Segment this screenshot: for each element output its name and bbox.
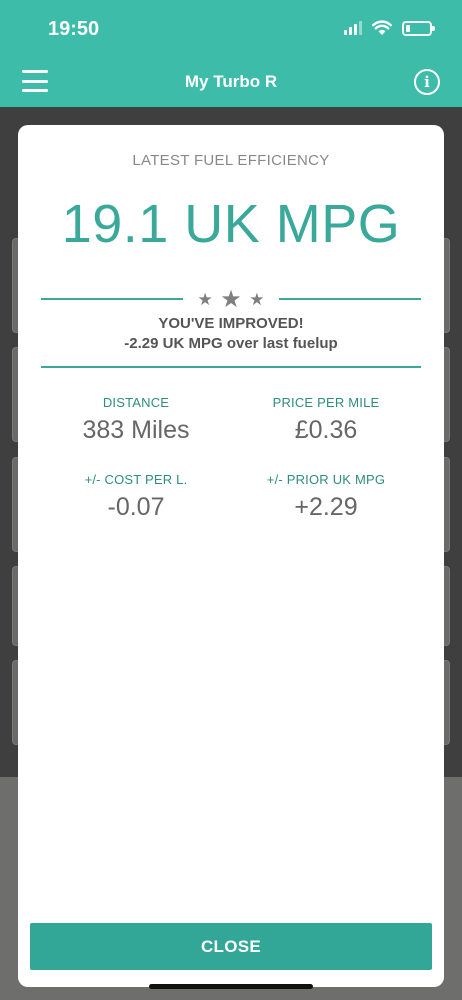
stat-cost-per-litre: +/- COST PER L. -0.07 bbox=[36, 472, 236, 522]
star-icon: ★ bbox=[249, 289, 265, 309]
stat-price-per-mile: PRICE PER MILE £0.36 bbox=[226, 395, 426, 445]
stat-value: £0.36 bbox=[294, 416, 358, 444]
fuel-efficiency-dialog: LATEST FUEL EFFICIENCY 19.1 UK MPG ★ ★ ★… bbox=[18, 125, 444, 987]
wifi-icon bbox=[372, 20, 392, 35]
star-icon: ★ bbox=[220, 286, 242, 313]
star-icon: ★ bbox=[197, 289, 213, 309]
stat-distance: DISTANCE 383 Miles bbox=[36, 395, 236, 445]
improvement-title: YOU'VE IMPROVED! bbox=[158, 315, 304, 332]
stat-label: PRICE PER MILE bbox=[272, 395, 380, 410]
divider-line bbox=[279, 298, 421, 300]
app-header: 19:50 My Turbo R i bbox=[0, 0, 462, 107]
battery-icon bbox=[402, 20, 435, 36]
stat-label: DISTANCE bbox=[102, 395, 170, 410]
home-indicator[interactable] bbox=[149, 984, 313, 989]
divider-line bbox=[41, 366, 421, 368]
stat-value: 383 Miles bbox=[82, 416, 190, 444]
fuel-efficiency-value: 19.1 UK MPG bbox=[61, 194, 401, 254]
improvement-detail: -2.29 UK MPG over last fuelup bbox=[124, 335, 338, 352]
stat-prior-mpg: +/- PRIOR UK MPG +2.29 bbox=[226, 472, 426, 522]
info-icon: i bbox=[424, 73, 430, 91]
page-title: My Turbo R bbox=[184, 72, 278, 91]
stat-value: +2.29 bbox=[294, 493, 358, 521]
close-button[interactable]: CLOSE bbox=[30, 923, 432, 970]
rating-stars: ★ ★ ★ bbox=[41, 285, 421, 314]
dialog-label: LATEST FUEL EFFICIENCY bbox=[132, 152, 330, 169]
stat-value: -0.07 bbox=[107, 493, 165, 521]
status-time: 19:50 bbox=[48, 18, 100, 40]
status-icons bbox=[344, 20, 435, 36]
stat-label: +/- COST PER L. bbox=[84, 472, 188, 487]
info-button[interactable]: i bbox=[414, 69, 440, 95]
stat-label: +/- PRIOR UK MPG bbox=[266, 472, 386, 487]
cellular-signal-icon bbox=[344, 21, 362, 35]
rating-divider: ★ ★ ★ bbox=[41, 285, 421, 314]
